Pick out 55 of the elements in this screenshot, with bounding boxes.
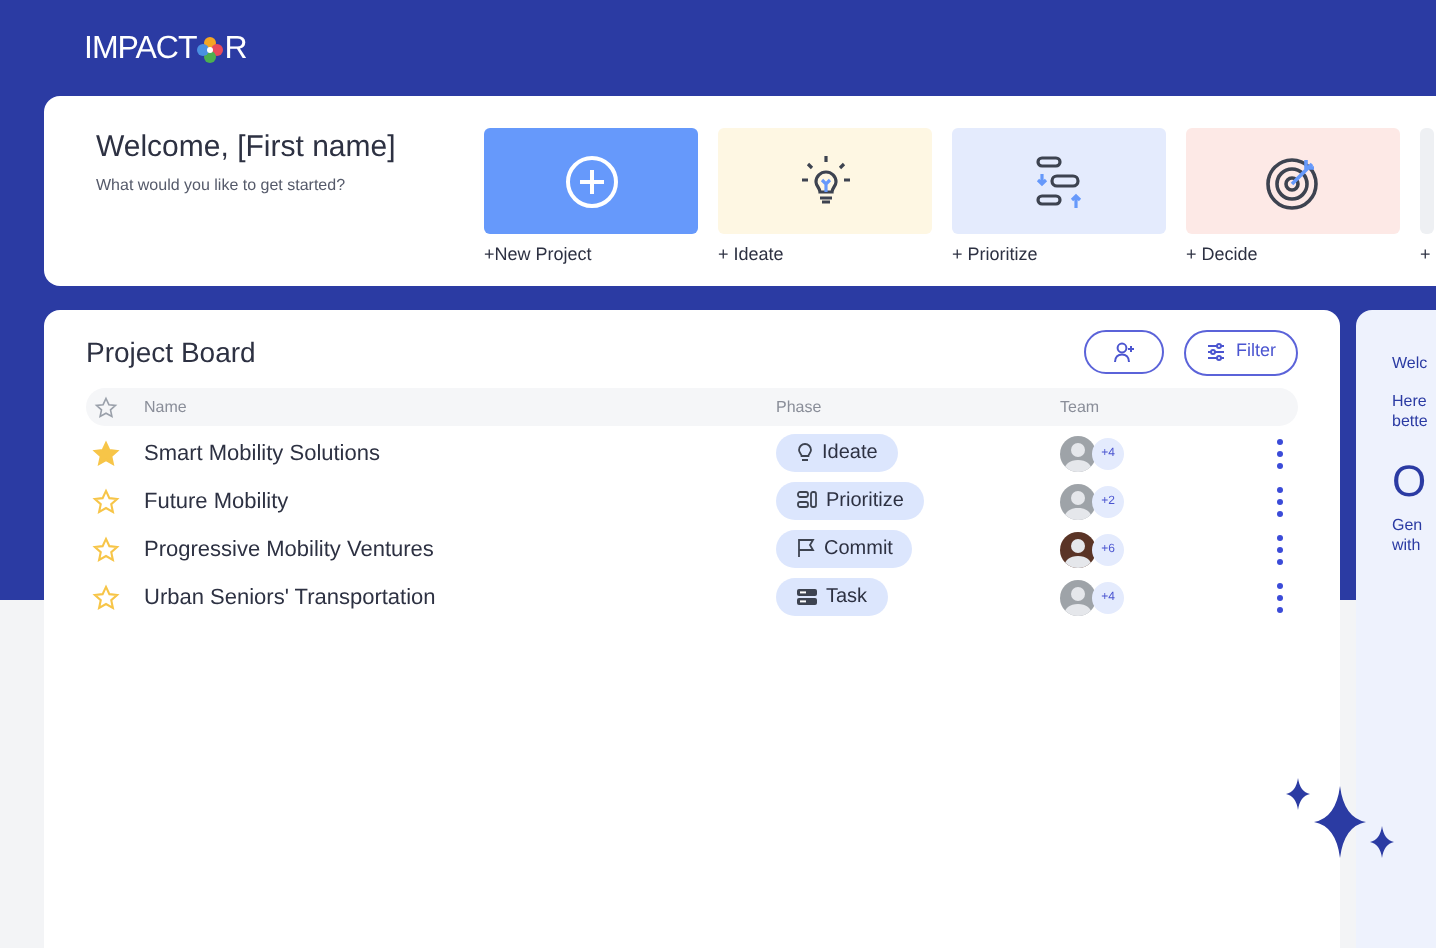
column-header: Team	[1060, 395, 1100, 419]
phase-tag: Ideate	[776, 433, 898, 471]
star-icon[interactable]	[92, 536, 120, 564]
project-name[interactable]: Urban Seniors' Transportation	[144, 581, 776, 615]
flag-icon	[796, 538, 816, 558]
star-icon[interactable]	[92, 488, 120, 516]
logo-text: R	[224, 30, 248, 70]
panel-text: with	[1392, 536, 1423, 556]
welcome-title: Welcome, [First name]	[96, 128, 398, 168]
action-tile[interactable]	[718, 128, 932, 234]
action-label[interactable]: + Decide	[1186, 242, 1400, 269]
project-name[interactable]: Progressive Mobility Ventures	[144, 533, 776, 567]
star-icon[interactable]	[92, 440, 120, 468]
flower-logo-icon	[196, 36, 225, 64]
star-icon[interactable]	[92, 584, 120, 612]
reorder-bars-icon	[1031, 151, 1087, 211]
more-options-icon[interactable]	[1276, 438, 1284, 470]
panel-text: bette	[1392, 412, 1430, 432]
action-tile[interactable]	[484, 128, 698, 234]
filter-button[interactable]: Filter	[1184, 329, 1298, 375]
more-options-icon[interactable]	[1276, 486, 1284, 518]
task-list-icon	[796, 588, 818, 606]
welcome-subtitle: What would you like to get started?	[96, 174, 348, 198]
panel-text: Here	[1392, 392, 1429, 412]
phase-tag: Prioritize	[776, 481, 924, 519]
lightbulb-icon	[796, 442, 814, 462]
column-header: Phase	[776, 395, 824, 419]
project-name[interactable]: Future Mobility	[144, 485, 776, 519]
action-tile[interactable]	[1186, 128, 1400, 234]
more-options-icon[interactable]	[1276, 582, 1284, 614]
add-person-icon	[1112, 340, 1136, 364]
phase-tag: Commit	[776, 529, 913, 567]
board-title: Project Board	[86, 333, 258, 372]
panel-text: Welc	[1392, 354, 1430, 374]
action-tile[interactable]	[952, 128, 1166, 234]
logo-text: IMPACT	[84, 30, 197, 70]
avatar-icon	[1060, 436, 1096, 472]
action-label[interactable]: + Prioritize	[952, 242, 1166, 269]
sliders-icon	[1206, 342, 1226, 362]
phase-tag: Task	[776, 578, 888, 616]
plus-circle-icon	[563, 153, 619, 209]
star-icon[interactable]	[94, 395, 118, 419]
panel-number: O	[1392, 456, 1429, 508]
add-member-button[interactable]	[1084, 330, 1164, 374]
reorder-bars-icon	[796, 490, 818, 510]
more-options-icon[interactable]	[1276, 534, 1284, 566]
action-label[interactable]: +New Project	[484, 242, 698, 269]
avatar-icon	[1060, 580, 1096, 616]
avatar-icon	[1060, 484, 1096, 520]
panel-text: Gen	[1392, 516, 1425, 536]
project-name[interactable]: Smart Mobility Solutions	[144, 437, 776, 471]
action-label[interactable]: + Ideate	[718, 242, 932, 269]
column-header: Name	[144, 395, 189, 419]
action-label[interactable]: +	[1420, 242, 1434, 269]
avatar-icon	[1060, 532, 1096, 568]
